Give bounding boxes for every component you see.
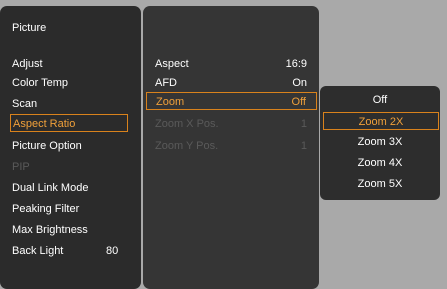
zoom-option-4x[interactable]: Zoom 4X xyxy=(320,154,440,172)
menu-item-aspect-ratio[interactable]: Aspect Ratio xyxy=(10,114,128,132)
zoom-option-3x[interactable]: Zoom 3X xyxy=(320,133,440,151)
menu-title: Picture xyxy=(12,22,47,34)
zoom-x-pos-label: Zoom X Pos. xyxy=(155,118,219,130)
menu-item-label: Scan xyxy=(12,98,38,110)
menu-item-scan[interactable]: Scan xyxy=(12,95,37,113)
menu-item-picture-option[interactable]: Picture Option xyxy=(12,137,82,155)
zoom-label: Zoom xyxy=(156,96,185,108)
zoom-y-pos-row: Zoom Y Pos. 1 xyxy=(155,137,315,155)
menu-item-max-brightness[interactable]: Max Brightness xyxy=(12,221,88,239)
zoom-option-5x[interactable]: Zoom 5X xyxy=(320,175,440,193)
menu-item-label: Peaking Filter xyxy=(12,203,80,215)
menu-item-label: PIP xyxy=(12,161,30,173)
menu-item-label: Max Brightness xyxy=(12,224,88,236)
back-light-value: 80 xyxy=(106,245,119,257)
aspect-label: Aspect xyxy=(155,58,189,70)
zoom-x-pos-row: Zoom X Pos. 1 xyxy=(155,115,315,133)
zoom-y-pos-value: 1 xyxy=(300,140,307,152)
menu-item-adjust[interactable]: Adjust xyxy=(12,55,43,73)
zoom-value: Off xyxy=(291,96,306,108)
menu-item-label: Back Light xyxy=(12,245,64,257)
picture-menu-panel: Picture Adjust Color Temp Scan Aspect Ra… xyxy=(0,6,141,289)
menu-item-back-light[interactable]: Back Light 80 xyxy=(12,242,130,260)
menu-item-peaking-filter[interactable]: Peaking Filter xyxy=(12,200,79,218)
zoom-y-pos-label: Zoom Y Pos. xyxy=(155,140,219,152)
afd-label: AFD xyxy=(155,77,177,89)
zoom-options-dropdown: Off Zoom 2X Zoom 3X Zoom 4X Zoom 5X xyxy=(320,86,440,200)
menu-item-label: Color Temp xyxy=(12,77,69,89)
menu-item-label: Picture Option xyxy=(12,140,82,152)
menu-item-label: Aspect Ratio xyxy=(13,118,76,130)
menu-item-label: Dual Link Mode xyxy=(12,182,89,194)
zoom-row[interactable]: Zoom Off xyxy=(146,92,317,110)
zoom-option-2x[interactable]: Zoom 2X xyxy=(323,112,439,130)
menu-item-pip: PIP xyxy=(12,158,30,176)
menu-item-label: Adjust xyxy=(12,58,43,70)
aspect-row[interactable]: Aspect 16:9 xyxy=(155,55,315,73)
menu-item-dual-link-mode[interactable]: Dual Link Mode xyxy=(12,179,88,197)
aspect-ratio-panel: Aspect 16:9 AFD On Zoom Off Zoom X Pos. … xyxy=(143,6,319,289)
zoom-x-pos-value: 1 xyxy=(300,118,307,130)
afd-row[interactable]: AFD On xyxy=(155,74,315,92)
afd-value: On xyxy=(292,77,307,89)
aspect-value: 16:9 xyxy=(285,58,307,70)
zoom-option-off[interactable]: Off xyxy=(320,91,440,109)
menu-item-color-temp[interactable]: Color Temp xyxy=(12,74,68,92)
